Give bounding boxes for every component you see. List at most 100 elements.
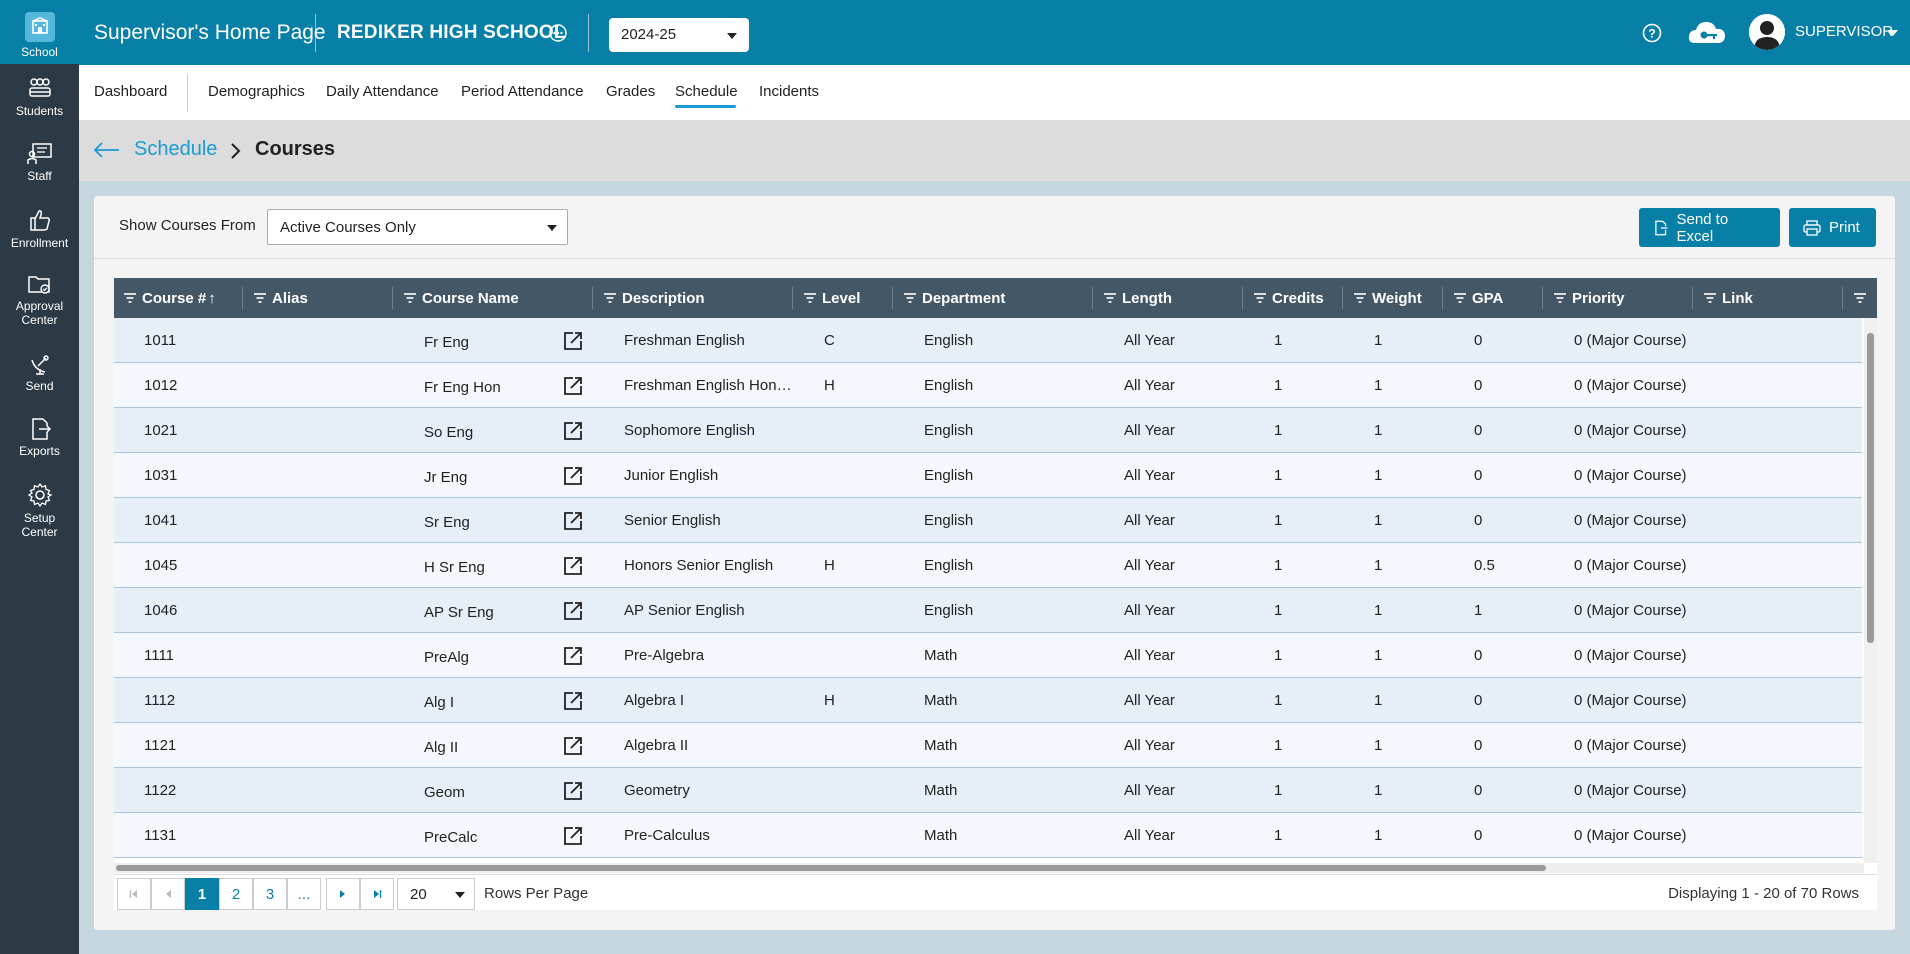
open-external-icon[interactable]: [562, 510, 584, 536]
column-divider[interactable]: [1542, 287, 1543, 309]
page-title[interactable]: Supervisor's Home Page: [94, 21, 326, 45]
column-divider[interactable]: [1342, 287, 1343, 309]
open-external-icon[interactable]: [562, 735, 584, 761]
open-external-icon[interactable]: [562, 465, 584, 491]
filter-icon[interactable]: [1854, 290, 1866, 307]
page-1-button[interactable]: 1: [185, 878, 219, 910]
column-divider[interactable]: [242, 287, 243, 309]
tab-period-attendance[interactable]: Period Attendance: [461, 83, 584, 100]
scrollbar-thumb[interactable]: [116, 865, 1546, 871]
help-icon[interactable]: ?: [1642, 23, 1662, 47]
filter-icon[interactable]: [1254, 290, 1266, 307]
tab-daily-attendance[interactable]: Daily Attendance: [326, 83, 439, 100]
open-external-icon[interactable]: [562, 375, 584, 401]
column-header-level[interactable]: Level: [804, 278, 860, 318]
open-external-icon[interactable]: [562, 330, 584, 356]
column-divider[interactable]: [792, 287, 793, 309]
filter-icon[interactable]: [1704, 290, 1716, 307]
page-2-button[interactable]: 2: [219, 878, 253, 910]
scrollbar-thumb[interactable]: [1867, 333, 1874, 643]
column-header-extra[interactable]: [1854, 278, 1866, 318]
column-divider[interactable]: [1442, 287, 1443, 309]
sidebar-item-staff[interactable]: Staff: [0, 142, 79, 183]
sidebar-item-send[interactable]: Send: [0, 352, 79, 393]
tab-grades[interactable]: Grades: [606, 83, 655, 100]
first-page-button[interactable]: [117, 878, 151, 910]
breadcrumb-schedule-link[interactable]: Schedule: [134, 138, 217, 161]
sidebar-item-setup-center[interactable]: Setup Center: [0, 482, 79, 539]
last-page-button[interactable]: [360, 878, 394, 910]
filter-icon[interactable]: [254, 290, 266, 307]
table-row[interactable]: 1121 Alg II Algebra II Math All Year 1 1 0 0 (Ma…: [114, 723, 1862, 768]
filter-icon[interactable]: [404, 290, 416, 307]
column-divider[interactable]: [1692, 287, 1693, 309]
sidebar-item-students[interactable]: Students: [0, 77, 79, 118]
table-row[interactable]: 1011 Fr Eng Freshman English C English All Ye…: [114, 318, 1862, 363]
filter-icon[interactable]: [604, 290, 616, 307]
sidebar-item-school[interactable]: School: [0, 0, 79, 64]
chevron-down-icon[interactable]: [1888, 30, 1898, 36]
column-header-department[interactable]: Department: [904, 278, 1005, 318]
print-button[interactable]: Print: [1789, 208, 1876, 247]
table-row[interactable]: 1041 Sr Eng Senior English English All Year 1…: [114, 498, 1862, 543]
filter-icon[interactable]: [124, 290, 136, 307]
user-menu[interactable]: SUPERVISOR: [1795, 23, 1893, 40]
column-header-credits[interactable]: Credits: [1254, 278, 1324, 318]
column-divider[interactable]: [1242, 287, 1243, 309]
open-external-icon[interactable]: [562, 780, 584, 806]
table-row[interactable]: 1031 Jr Eng Junior English English All Year 1…: [114, 453, 1862, 498]
column-divider[interactable]: [1842, 287, 1843, 309]
filter-icon[interactable]: [1454, 290, 1466, 307]
vertical-scrollbar[interactable]: [1864, 318, 1877, 863]
column-header-weight[interactable]: Weight: [1354, 278, 1422, 318]
column-header-alias[interactable]: Alias: [254, 278, 308, 318]
filter-icon[interactable]: [1354, 290, 1366, 307]
more-pages-button[interactable]: ...: [287, 878, 321, 910]
filter-icon[interactable]: [804, 290, 816, 307]
column-divider[interactable]: [392, 287, 393, 309]
open-external-icon[interactable]: [562, 825, 584, 851]
sidebar-item-approval-center[interactable]: Approval Center: [0, 272, 79, 327]
table-row[interactable]: 1046 AP Sr Eng AP Senior English English All…: [114, 588, 1862, 633]
column-header-course-name[interactable]: Course Name: [404, 278, 519, 318]
rows-per-page-select[interactable]: 20: [397, 878, 475, 910]
avatar[interactable]: [1749, 14, 1785, 50]
table-row[interactable]: 1045 H Sr Eng Honors Senior English H Englis…: [114, 543, 1862, 588]
sidebar-item-enrollment[interactable]: Enrollment: [0, 207, 79, 250]
column-header-course-num[interactable]: Course # ↑: [124, 278, 216, 318]
horizontal-scrollbar[interactable]: [114, 863, 1864, 873]
table-row[interactable]: 1122 Geom Geometry Math All Year 1 1 0 0 (Major …: [114, 768, 1862, 813]
open-external-icon[interactable]: [562, 555, 584, 581]
back-arrow-icon[interactable]: [93, 141, 121, 163]
column-header-priority[interactable]: Priority: [1554, 278, 1625, 318]
filter-icon[interactable]: [1554, 290, 1566, 307]
more-options-icon[interactable]: [549, 24, 567, 46]
column-divider[interactable]: [592, 287, 593, 309]
tab-dashboard[interactable]: Dashboard: [94, 83, 167, 100]
tab-incidents[interactable]: Incidents: [759, 83, 819, 100]
filter-icon[interactable]: [904, 290, 916, 307]
table-row[interactable]: 1112 Alg I Algebra I H Math All Year 1 1 0 0 (Maj…: [114, 678, 1862, 723]
column-divider[interactable]: [1092, 287, 1093, 309]
sort-ascending-icon[interactable]: ↑: [208, 290, 216, 307]
filter-icon[interactable]: [1104, 290, 1116, 307]
cloud-key-icon[interactable]: [1687, 19, 1729, 49]
open-external-icon[interactable]: [562, 600, 584, 626]
open-external-icon[interactable]: [562, 645, 584, 671]
next-page-button[interactable]: [326, 878, 360, 910]
table-row[interactable]: 1021 So Eng Sophomore English English All Ye…: [114, 408, 1862, 453]
column-header-description[interactable]: Description: [604, 278, 705, 318]
table-row[interactable]: 1131 PreCalc Pre-Calculus Math All Year 1 1 0 0 …: [114, 813, 1862, 858]
table-row[interactable]: 1111 PreAlg Pre-Algebra Math All Year 1 1 0 0 (M…: [114, 633, 1862, 678]
tab-demographics[interactable]: Demographics: [208, 83, 305, 100]
page-3-button[interactable]: 3: [253, 878, 287, 910]
table-row[interactable]: 1012 Fr Eng Hon Freshman English Hon… H Engl…: [114, 363, 1862, 408]
open-external-icon[interactable]: [562, 420, 584, 446]
column-header-link[interactable]: Link: [1704, 278, 1753, 318]
courses-filter-select[interactable]: Active Courses Only: [267, 209, 568, 245]
column-header-gpa[interactable]: GPA: [1454, 278, 1503, 318]
tab-schedule[interactable]: Schedule: [675, 83, 738, 100]
column-header-length[interactable]: Length: [1104, 278, 1172, 318]
sidebar-item-exports[interactable]: Exports: [0, 417, 79, 458]
school-year-select[interactable]: 2024-25: [609, 18, 749, 52]
